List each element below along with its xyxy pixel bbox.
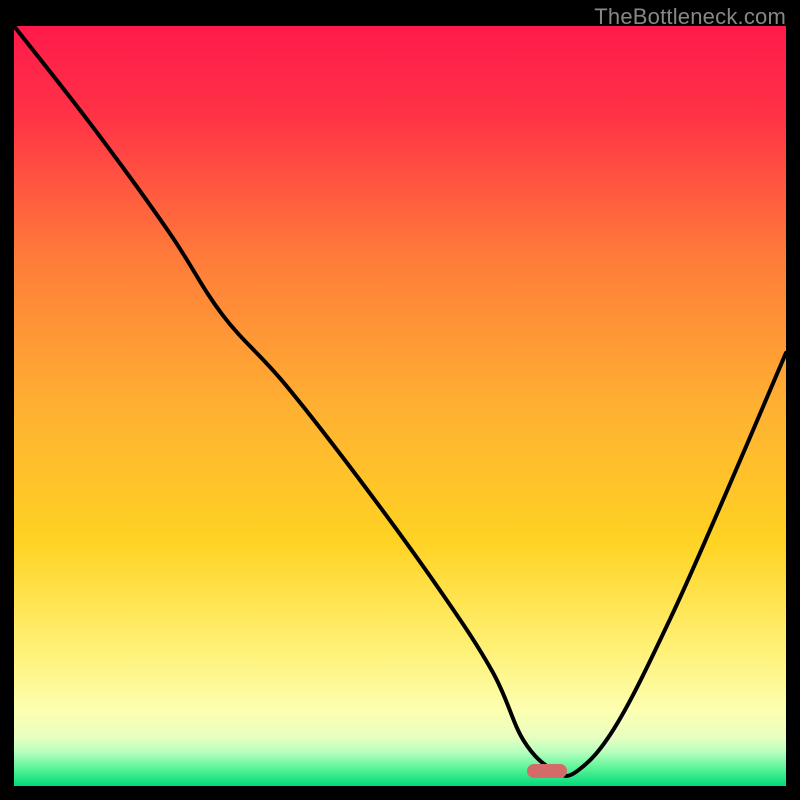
bottleneck-chart: [14, 26, 786, 786]
chart-frame: [14, 26, 786, 786]
gradient-background: [14, 26, 786, 786]
watermark-text: TheBottleneck.com: [594, 4, 786, 30]
optimal-marker: [527, 764, 567, 778]
